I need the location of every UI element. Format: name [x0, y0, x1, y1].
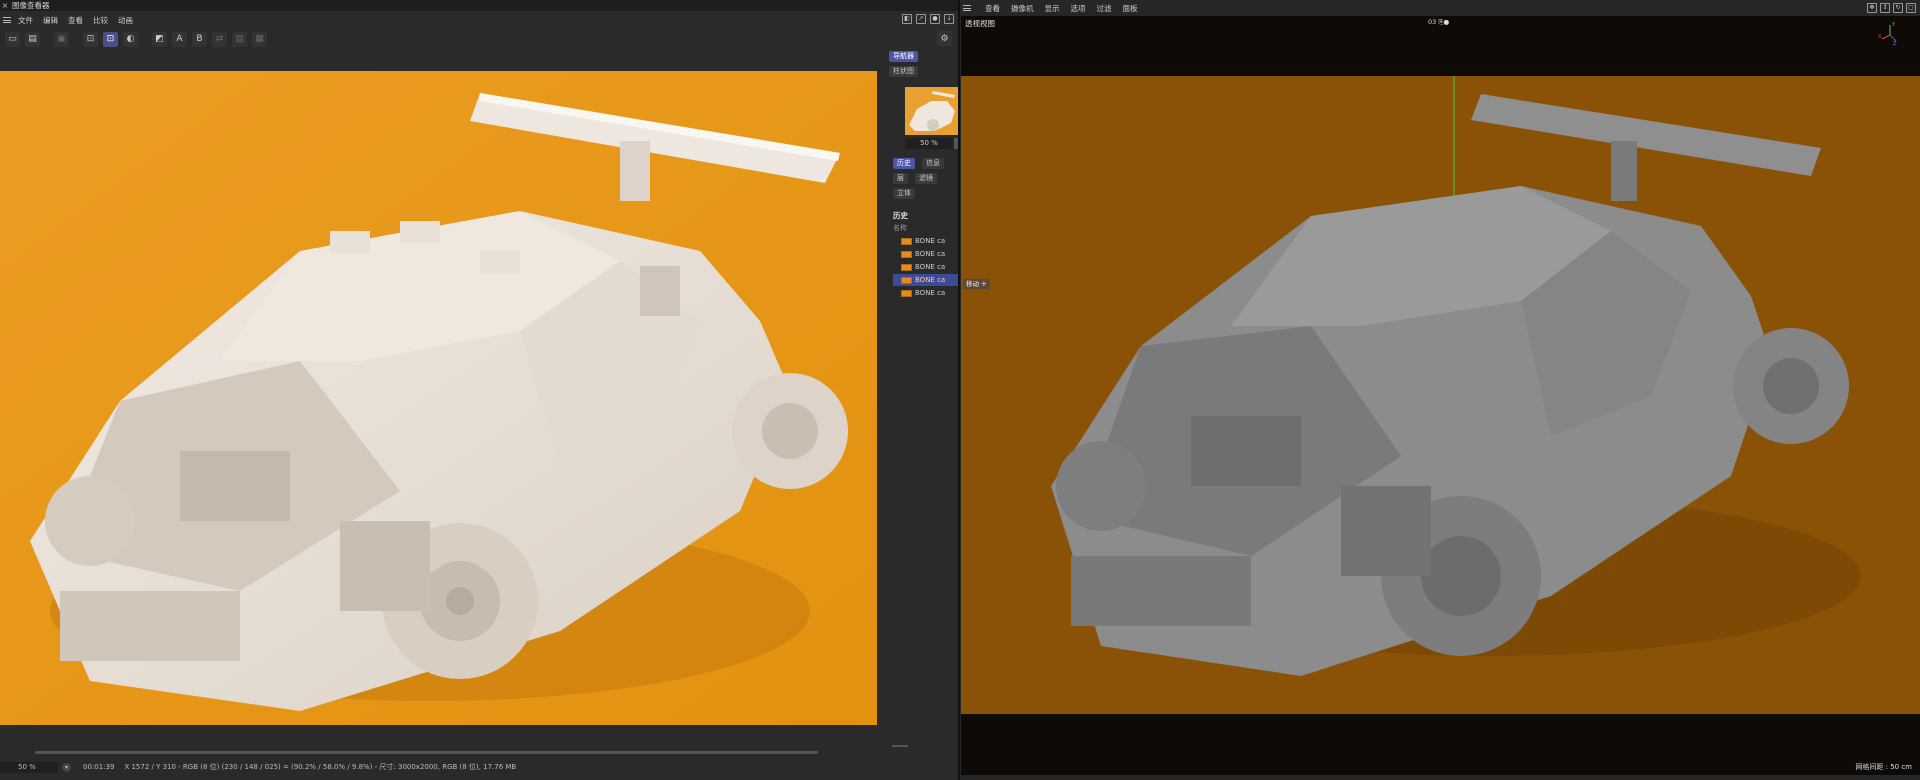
swap-icon[interactable]: ⇄: [212, 31, 227, 47]
color-mode-icon[interactable]: ◐: [123, 31, 138, 47]
navigator-zoom-field[interactable]: 50 %: [905, 138, 953, 149]
history-heading: 历史: [893, 211, 908, 220]
tab-layers[interactable]: 层: [893, 173, 908, 184]
pixel-info: X 1572 / Y 310 - RGB (8 位) (230 / 148 / …: [124, 763, 517, 771]
rotate-icon[interactable]: ↻: [1893, 3, 1903, 13]
history-item[interactable]: BONE ca: [893, 261, 958, 273]
toolbar: ▭ ▤ ▣ ⊡ ⊡ ◐ ◩ A B ⇄ ▥ ▦ ⚙: [0, 29, 958, 49]
tab-navigator[interactable]: 导航器: [889, 51, 918, 62]
image-viewer-window: × 图像查看器 文件 编辑 查看 比较 动画 ◧ ↗ ● ↓ ▭ ▤ ▣ ⊡ ⊡…: [0, 0, 958, 780]
viewport-label[interactable]: 透视视图: [965, 18, 995, 29]
render-thumb-icon: [901, 250, 912, 258]
axis-y-label: Y: [1891, 22, 1896, 28]
ab-compare-icon[interactable]: ◩: [152, 31, 167, 47]
menu-display[interactable]: 显示: [1045, 3, 1060, 14]
history-item-selected[interactable]: BONE ca: [893, 274, 958, 286]
grid-spacing-info: 网格间距 : 50 cm: [1855, 763, 1912, 771]
maximize-icon[interactable]: ▢: [1906, 3, 1916, 13]
close-icon[interactable]: ×: [0, 1, 10, 10]
lock-icon[interactable]: ●: [930, 14, 940, 24]
layout-icon[interactable]: ◧: [902, 14, 912, 24]
side-panel: 导航器 柱状图 50 % 历史 信息 层 滤镜 立体 历史 名称 BONE ca…: [887, 50, 958, 740]
rendered-car-image: [0, 71, 877, 725]
render-time: 00:01:39: [83, 763, 115, 771]
status-zoom-field[interactable]: 50 %: [0, 761, 58, 773]
viewport-nav-controls: ✥ ↕ ↻ ▢: [1867, 3, 1916, 13]
dolly-icon[interactable]: ↕: [1880, 3, 1890, 13]
camera-marker: 03 ⎘●: [1428, 18, 1450, 26]
tab-history[interactable]: 历史: [893, 158, 915, 169]
render-thumb-icon: [901, 276, 912, 284]
menu-view[interactable]: 查看: [985, 3, 1000, 14]
save-file-icon[interactable]: ▤: [25, 31, 40, 47]
menu-animation[interactable]: 动画: [118, 15, 133, 26]
window-controls: ◧ ↗ ● ↓: [902, 14, 954, 24]
viewport-window: 查看 摄像机 显示 选项 过滤 面板 ✥ ↕ ↻ ▢ 透视视图 03 ⎘● 移动…: [960, 0, 1920, 780]
menu-bar: 文件 编辑 查看 比较 动画 ◧ ↗ ● ↓: [0, 13, 958, 27]
tab-filters[interactable]: 滤镜: [915, 173, 937, 184]
hamburger-menu-icon[interactable]: [0, 13, 14, 27]
overlay-icon[interactable]: ▦: [252, 31, 267, 47]
tab-histogram[interactable]: 柱状图: [889, 66, 918, 77]
window-title: 图像查看器: [12, 1, 50, 10]
perspective-viewport[interactable]: 透视视图 03 ⎘● 移动 ✛ Y X Z 网格间距 : 50 cm: [961, 16, 1920, 775]
menu-options[interactable]: 选项: [1071, 3, 1086, 14]
title-bar: × 图像查看器: [0, 0, 958, 11]
zoom-dropdown-icon[interactable]: ▾: [62, 762, 71, 772]
axis-z-label: Z: [1893, 41, 1897, 45]
history-item[interactable]: BONE ca: [893, 287, 958, 299]
render-canvas[interactable]: [0, 71, 877, 725]
axis-gizmo-icon: Y X Z: [1878, 22, 1897, 45]
menu-file[interactable]: 文件: [18, 15, 33, 26]
menu-view[interactable]: 查看: [68, 15, 83, 26]
menu-edit[interactable]: 编辑: [43, 15, 58, 26]
viewport-menu-bar: 查看 摄像机 显示 选项 过滤 面板 ✥ ↕ ↻ ▢: [960, 1, 1920, 15]
render-region-icon[interactable]: ▣: [54, 31, 69, 47]
axis-x-label: X: [1878, 34, 1882, 40]
menu-filter[interactable]: 过滤: [1097, 3, 1112, 14]
open-file-icon[interactable]: ▭: [5, 31, 20, 47]
status-bar: 50 % ▾ 00:01:39 X 1572 / Y 310 - RGB (8 …: [0, 761, 958, 773]
history-list: BONE ca BONE ca BONE ca BONE ca BONE ca: [893, 235, 958, 300]
fit-view-icon[interactable]: ⊡: [83, 31, 98, 47]
menu-compare[interactable]: 比较: [93, 15, 108, 26]
split-view-icon[interactable]: ▥: [232, 31, 247, 47]
render-thumb-icon: [901, 263, 912, 271]
actual-size-icon[interactable]: ⊡: [103, 31, 118, 47]
history-item[interactable]: BONE ca: [893, 235, 958, 247]
tab-info[interactable]: 信息: [922, 158, 944, 169]
pin-icon[interactable]: ↓: [944, 14, 954, 24]
camera-letterbox-bottom: [961, 714, 1920, 775]
panel-resize-handle[interactable]: [892, 745, 908, 747]
history-column-name: 名称: [893, 224, 907, 232]
compare-b-button[interactable]: B: [192, 31, 207, 47]
menu-camera[interactable]: 摄像机: [1011, 3, 1034, 14]
tab-stereo[interactable]: 立体: [893, 188, 915, 199]
compare-a-button[interactable]: A: [172, 31, 187, 47]
render-thumb-icon: [901, 237, 912, 245]
viewport-car-model: [961, 16, 1920, 775]
pan-icon[interactable]: ✥: [1867, 3, 1877, 13]
render-thumb-icon: [901, 289, 912, 297]
move-tool-tag[interactable]: 移动 ✛: [963, 279, 990, 289]
history-item[interactable]: BONE ca: [893, 248, 958, 260]
hamburger-menu-icon[interactable]: [960, 1, 974, 15]
expand-icon[interactable]: ↗: [916, 14, 926, 24]
menu-panel[interactable]: 面板: [1123, 3, 1138, 14]
horizontal-scrollbar[interactable]: [35, 751, 818, 754]
navigator-thumbnail[interactable]: [905, 87, 958, 135]
settings-icon[interactable]: ⚙: [937, 31, 952, 46]
